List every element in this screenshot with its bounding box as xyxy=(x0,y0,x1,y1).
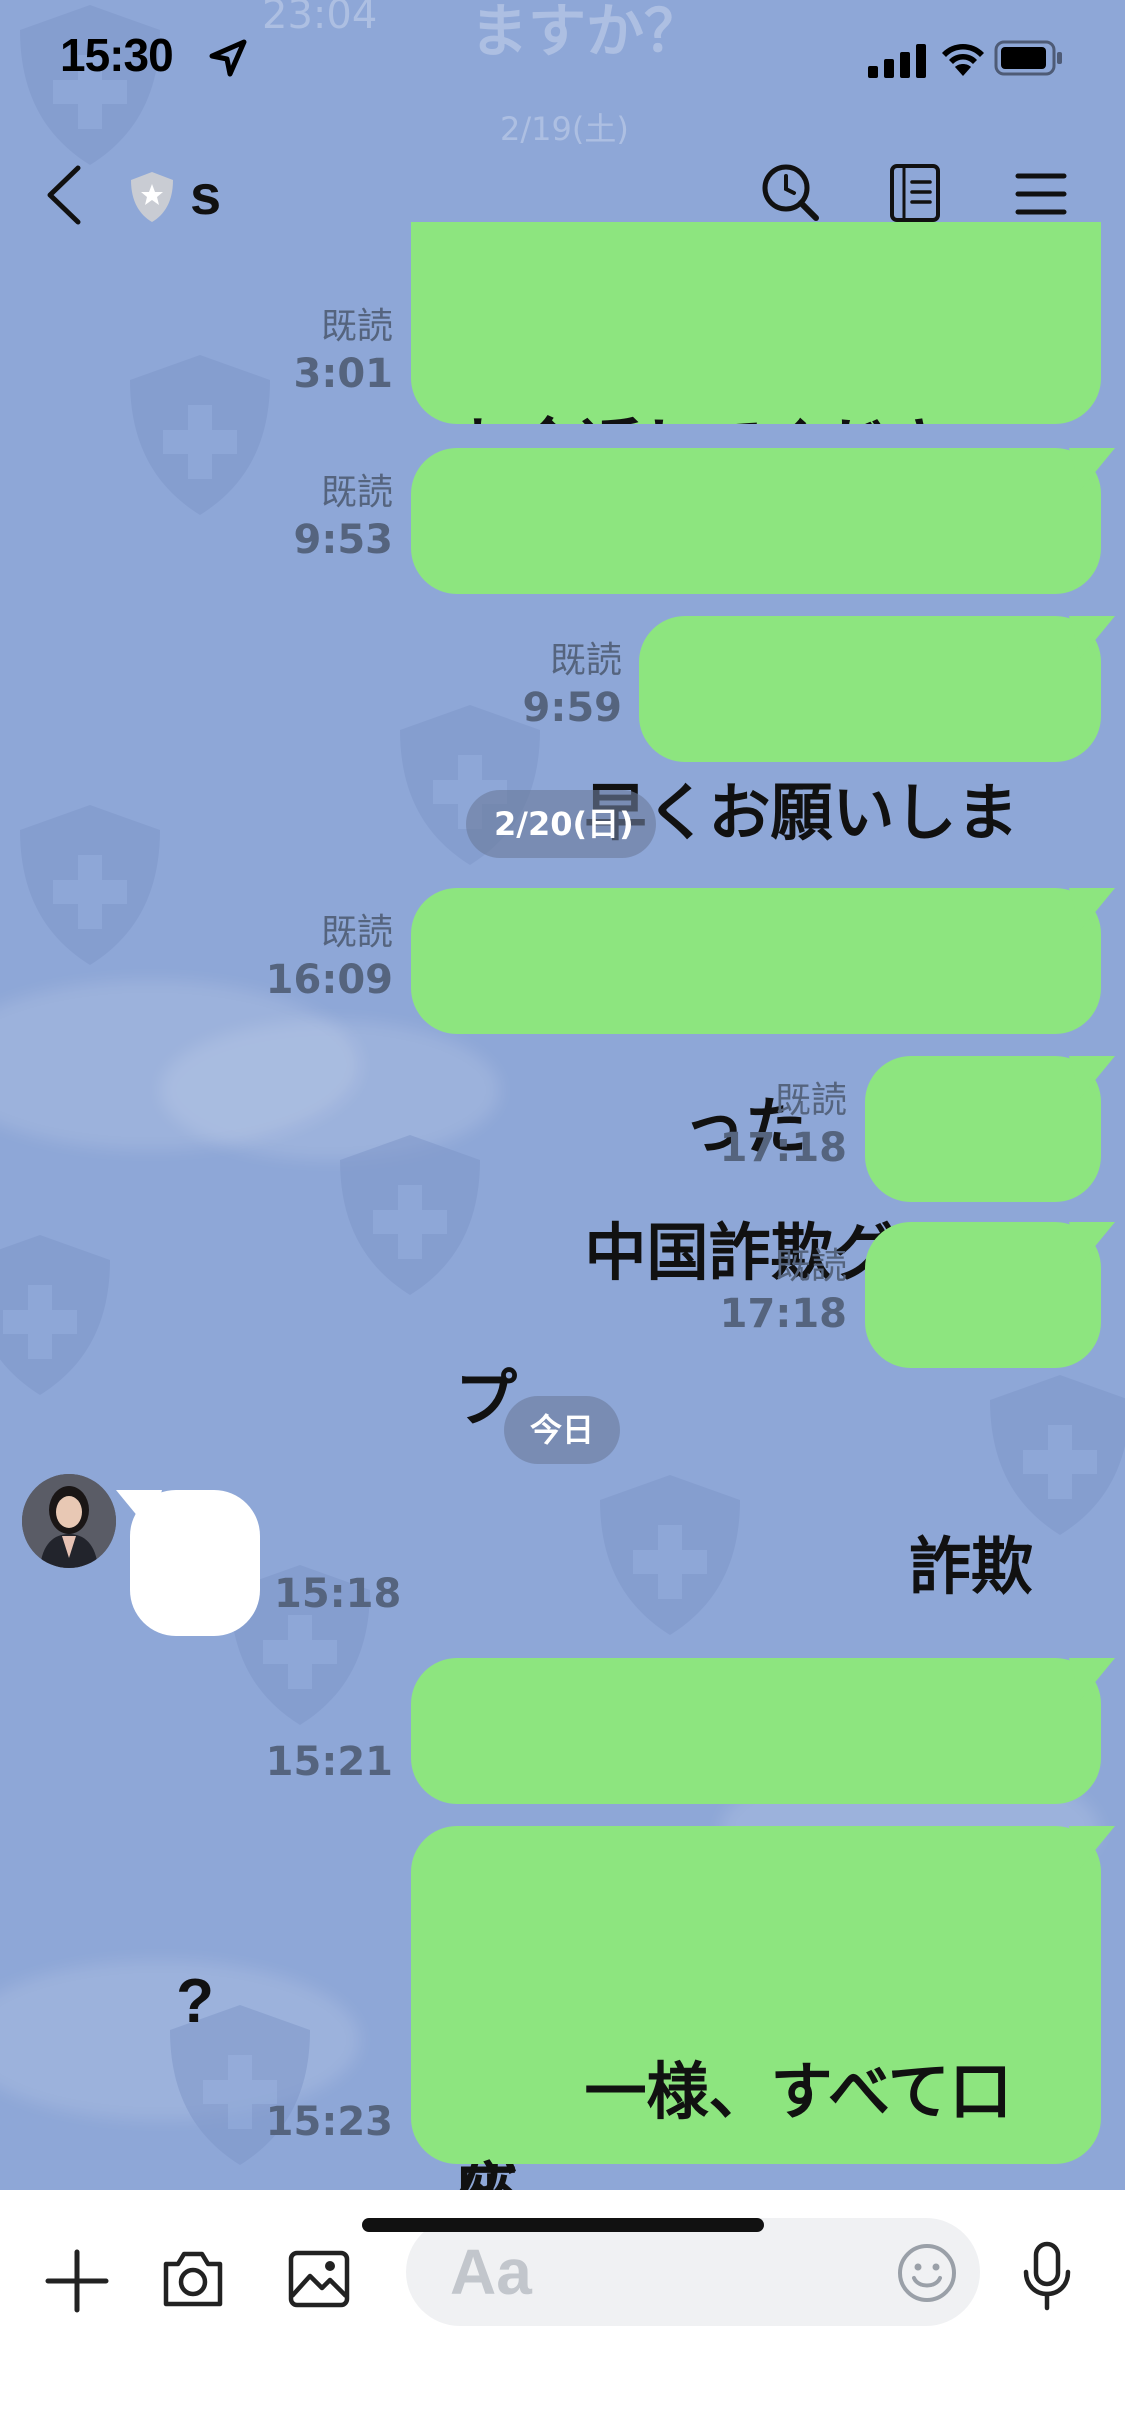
chat-title: s xyxy=(190,163,222,226)
camera-icon[interactable] xyxy=(160,2248,226,2310)
hamburger-menu-icon[interactable] xyxy=(1014,170,1068,218)
message-meta: 既読 9:59 xyxy=(523,640,623,734)
message-text: お金返してください xyxy=(455,400,1055,424)
message-meta: 既読 16:09 xyxy=(266,912,393,1006)
read-receipt: 既読 xyxy=(774,1080,847,1121)
chat-screen: 23:04 ますか？ 2/19(土) 既読 3:01 お金返してください 既読 … xyxy=(0,0,1125,2436)
contact-avatar[interactable] xyxy=(22,1474,116,1568)
outgoing-message-bubble[interactable]: 中国詐欺グループ xyxy=(411,888,1115,1435)
read-receipt: 既読 xyxy=(774,1246,847,1287)
chat-header: s xyxy=(0,130,1125,260)
read-receipt: 既読 xyxy=(549,640,622,681)
microphone-icon[interactable] xyxy=(1018,2240,1076,2312)
message-meta: 15:23 xyxy=(266,2096,393,2148)
message-time: 17:18 xyxy=(719,1291,847,1337)
message-time: 3:01 xyxy=(293,351,394,397)
battery-icon xyxy=(994,40,1062,76)
read-receipt: 既読 xyxy=(320,306,393,347)
message-time: 15:18 xyxy=(274,1571,402,1617)
message-meta: 15:21 xyxy=(266,1736,393,1788)
person-avatar-icon xyxy=(22,1474,116,1568)
outgoing-message-bubble[interactable]: 詐欺 xyxy=(865,1222,1115,1769)
notes-icon[interactable] xyxy=(888,162,944,224)
home-indicator[interactable] xyxy=(362,2218,764,2232)
message-time: 9:59 xyxy=(522,685,623,731)
back-chevron-icon[interactable] xyxy=(40,164,88,226)
date-separator: 2/20(日) xyxy=(466,790,656,858)
plus-icon[interactable] xyxy=(44,2248,110,2314)
message-list: 既読 3:01 お金返してください 既読 9:53 早くお願いします 既読 9:… xyxy=(0,0,1125,2428)
message-time: 9:53 xyxy=(293,517,394,563)
message-time: 17:18 xyxy=(719,1125,847,1171)
verified-shield-badge-icon xyxy=(131,172,173,222)
message-meta: 既読 3:01 xyxy=(294,306,394,400)
incoming-message-bubble[interactable]: ? xyxy=(116,1490,260,2036)
outgoing-message-bubble[interactable]: いつ入金しますか xyxy=(411,1658,1115,2205)
image-gallery-icon[interactable] xyxy=(286,2248,352,2310)
read-receipt: 既読 xyxy=(320,472,393,513)
message-text: ? xyxy=(176,1967,214,2036)
message-meta: 15:18 xyxy=(274,1568,401,1620)
wifi-icon xyxy=(942,44,984,76)
outgoing-message-bubble[interactable]: 詐欺 xyxy=(865,1056,1115,1603)
location-arrow-icon xyxy=(209,39,247,77)
message-time: 15:23 xyxy=(265,2099,393,2145)
emoji-icon[interactable] xyxy=(896,2242,958,2304)
outgoing-message-bubble[interactable]: 金失うった xyxy=(639,616,1115,1163)
message-time: 16:09 xyxy=(265,957,393,1003)
message-input[interactable] xyxy=(406,2218,980,2326)
outgoing-message-bubble[interactable]: 早くお願いします xyxy=(411,448,1115,995)
outgoing-message-bubble[interactable]: 一様、すべて口座 出金データありま す xyxy=(411,1826,1115,2428)
date-separator-today: 今日 xyxy=(504,1396,620,1464)
cellular-signal-icon xyxy=(868,44,926,78)
message-time: 15:21 xyxy=(265,1739,393,1785)
status-time: 15:30 xyxy=(60,29,174,81)
search-icon[interactable] xyxy=(760,162,820,222)
read-receipt: 既読 xyxy=(320,912,393,953)
message-meta: 既読 9:53 xyxy=(294,472,394,566)
message-meta: 既読 17:18 xyxy=(720,1080,847,1174)
message-meta: 既読 17:18 xyxy=(720,1246,847,1340)
status-bar: 15:30 xyxy=(0,0,1125,120)
